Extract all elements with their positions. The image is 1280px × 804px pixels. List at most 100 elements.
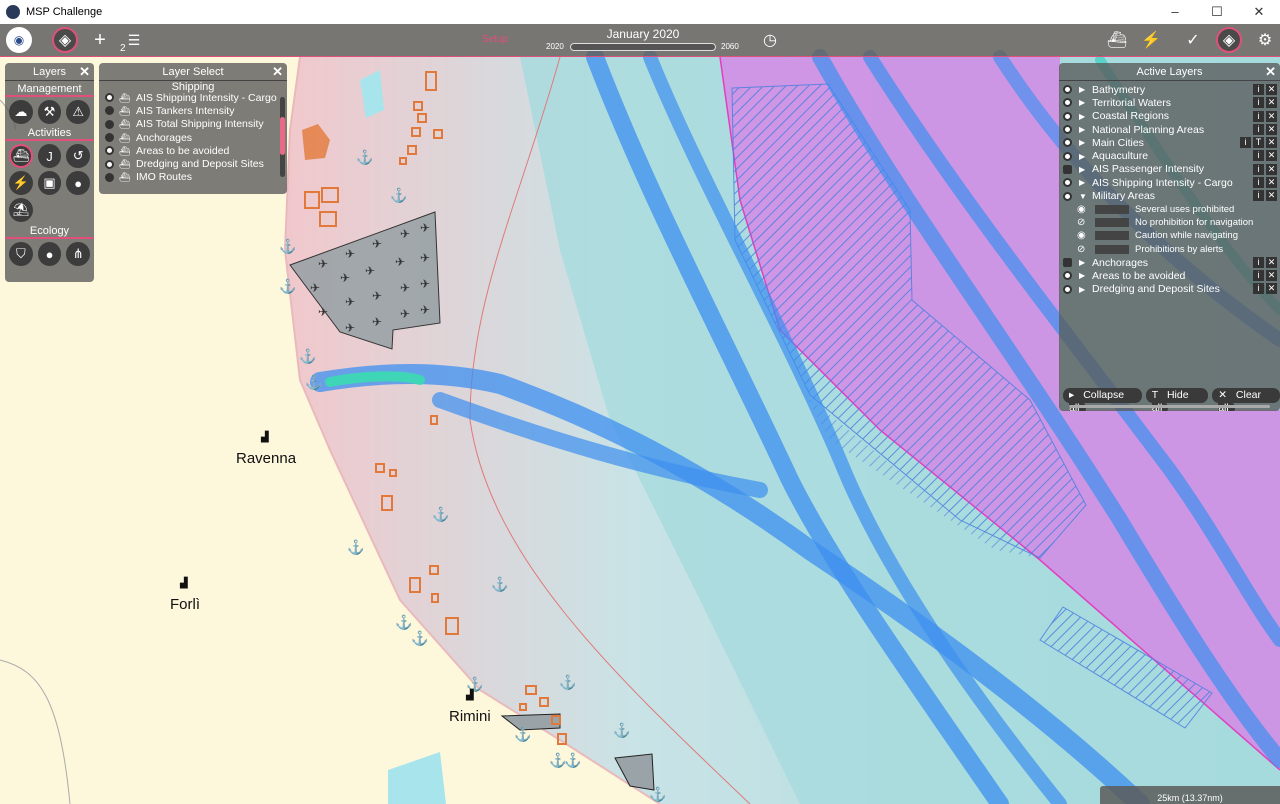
anchorage-icon[interactable]: ⚓ xyxy=(411,630,428,647)
layer-item[interactable]: ⛴ Areas to be avoided xyxy=(99,144,287,157)
eye-icon[interactable]: ◉ xyxy=(1077,230,1091,241)
layer-item[interactable]: ⛴ AIS Shipping Intensity - Cargo xyxy=(99,91,287,104)
info-icon[interactable]: i xyxy=(1240,137,1251,149)
hammer-icon[interactable]: ⚒ xyxy=(37,100,62,124)
seagrass-icon[interactable]: ⋔ xyxy=(66,242,91,266)
anchorage-icon[interactable]: ⚓ xyxy=(299,348,316,365)
layer-visibility-toggle[interactable] xyxy=(1063,258,1072,267)
anchorage-icon[interactable]: ⚓ xyxy=(649,786,666,803)
active-layers-button[interactable]: ◈ xyxy=(1216,27,1242,53)
remove-icon[interactable]: ✕ xyxy=(1266,283,1277,295)
close-icon[interactable]: ✕ xyxy=(1265,64,1276,80)
energy-kpi-button[interactable]: ⚡ xyxy=(1138,27,1164,53)
expand-arrow-icon[interactable]: ▶ xyxy=(1079,85,1087,94)
eye-hidden-icon[interactable]: ⊘ xyxy=(1077,244,1091,255)
layer-visibility-toggle[interactable] xyxy=(1063,111,1072,121)
remove-icon[interactable]: ✕ xyxy=(1266,84,1277,95)
active-layer-row[interactable]: ▶ Areas to be avoided i ✕ xyxy=(1059,269,1280,282)
minimize-button[interactable]: – xyxy=(1154,4,1196,20)
anchorage-icon[interactable]: ⚓ xyxy=(305,374,322,391)
remove-icon[interactable]: ✕ xyxy=(1266,137,1277,149)
anchorage-icon[interactable]: ⚓ xyxy=(356,149,373,166)
layer-visibility-toggle[interactable] xyxy=(1063,85,1072,95)
info-icon[interactable]: i xyxy=(1253,150,1264,162)
remove-icon[interactable]: ✕ xyxy=(1266,97,1277,109)
dredging-icon[interactable]: ▣ xyxy=(37,171,62,195)
shipping-kpi-button[interactable]: ⛴ xyxy=(1104,27,1130,53)
info-icon[interactable]: i xyxy=(1253,283,1264,295)
close-icon[interactable]: ✕ xyxy=(79,64,90,80)
active-layer-row[interactable]: ▶ Anchorages i ✕ xyxy=(1059,256,1280,269)
info-icon[interactable]: i xyxy=(1253,84,1264,95)
info-icon[interactable]: i xyxy=(1253,270,1264,282)
simulation-clock-icon[interactable]: ◷ xyxy=(757,27,783,53)
anchor-icon[interactable]: ↺ xyxy=(66,144,90,168)
layer-item[interactable]: ⛴ AIS Total Shipping Intensity xyxy=(99,118,287,131)
expand-arrow-icon[interactable]: ▶ xyxy=(1079,178,1087,187)
remove-icon[interactable]: ✕ xyxy=(1266,256,1277,268)
circle-icon[interactable]: ● xyxy=(66,171,91,195)
hide-all-button[interactable]: T Hide all xyxy=(1145,388,1209,411)
collapse-arrow-icon[interactable]: ▼ xyxy=(1079,192,1087,201)
active-layer-row[interactable]: ▶ Bathymetry i ✕ xyxy=(1059,83,1280,96)
layer-checkbox[interactable] xyxy=(105,119,114,129)
remove-icon[interactable]: ✕ xyxy=(1266,123,1277,135)
maximize-button[interactable]: ☐ xyxy=(1196,4,1238,20)
info-icon[interactable]: i xyxy=(1253,97,1264,109)
layer-visibility-toggle[interactable] xyxy=(1063,98,1072,108)
active-layer-row[interactable]: ▶ National Planning Areas i ✕ xyxy=(1059,123,1280,136)
active-layer-row[interactable]: ▶ Aquaculture i ✕ xyxy=(1059,149,1280,162)
msp-logo-button[interactable]: ◉ xyxy=(6,27,32,53)
remove-icon[interactable]: ✕ xyxy=(1266,177,1277,189)
anchorage-icon[interactable]: ⚓ xyxy=(347,539,364,556)
info-icon[interactable]: i xyxy=(1253,123,1264,135)
anchorage-icon[interactable]: ⚓ xyxy=(514,726,531,743)
layer-checkbox[interactable] xyxy=(105,146,114,156)
remove-icon[interactable]: ✕ xyxy=(1266,270,1277,282)
active-layer-row[interactable]: ▶ Territorial Waters i ✕ xyxy=(1059,96,1280,109)
layer-visibility-toggle[interactable] xyxy=(1063,178,1072,188)
energy-icon[interactable]: ⚡ xyxy=(9,171,33,195)
active-layer-row[interactable]: ▶ Coastal Regions i ✕ xyxy=(1059,110,1280,123)
layer-visibility-toggle[interactable] xyxy=(1063,271,1072,281)
remove-icon[interactable]: ✕ xyxy=(1266,163,1277,175)
sublayer-row[interactable]: ◉ Several uses prohibited xyxy=(1059,203,1280,216)
info-icon[interactable]: i xyxy=(1253,177,1264,189)
layer-checkbox[interactable] xyxy=(105,172,114,182)
shipping-icon[interactable]: ⛴ xyxy=(9,144,33,168)
info-icon[interactable]: i xyxy=(1253,190,1264,202)
tourism-icon[interactable]: ⛱ xyxy=(9,198,33,222)
layer-item[interactable]: ⛴ Anchorages xyxy=(99,131,287,144)
add-plan-button[interactable]: + xyxy=(87,27,113,53)
text-toggle-icon[interactable]: T xyxy=(1253,137,1264,149)
eye-icon[interactable]: ◉ xyxy=(1077,204,1091,215)
anchorage-icon[interactable]: ⚓ xyxy=(279,238,296,255)
expand-arrow-icon[interactable]: ▶ xyxy=(1079,258,1087,267)
info-icon[interactable]: i xyxy=(1253,256,1264,268)
close-window-button[interactable]: ✕ xyxy=(1238,4,1280,20)
layers-button[interactable]: ◈ xyxy=(52,27,78,53)
sublayer-row[interactable]: ◉ Caution while navigating xyxy=(1059,229,1280,242)
anchorage-icon[interactable]: ⚓ xyxy=(491,576,508,593)
layer-item[interactable]: ⛴ AIS Tankers Intensity xyxy=(99,104,287,117)
active-layer-row[interactable]: ▶ Main Cities i T ✕ xyxy=(1059,136,1280,149)
remove-icon[interactable]: ✕ xyxy=(1266,150,1277,162)
expand-arrow-icon[interactable]: ▶ xyxy=(1079,152,1087,161)
anchorage-icon[interactable]: ⚓ xyxy=(390,187,407,204)
expand-arrow-icon[interactable]: ▶ xyxy=(1079,112,1087,121)
active-layer-row[interactable]: ▶ Dredging and Deposit Sites i ✕ xyxy=(1059,282,1280,295)
expand-arrow-icon[interactable]: ▶ xyxy=(1079,285,1087,294)
remove-icon[interactable]: ✕ xyxy=(1266,110,1277,122)
layer-visibility-toggle[interactable] xyxy=(1063,125,1072,135)
layer-visibility-toggle[interactable] xyxy=(1063,191,1072,201)
layer-visibility-toggle[interactable] xyxy=(1063,151,1072,161)
expand-arrow-icon[interactable]: ▶ xyxy=(1079,98,1087,107)
layer-checkbox[interactable] xyxy=(105,93,114,103)
anchorage-icon[interactable]: ⚓ xyxy=(279,278,296,295)
anchorage-icon[interactable]: ⚓ xyxy=(432,506,449,523)
expand-arrow-icon[interactable]: ▶ xyxy=(1079,125,1087,134)
timeline-slider[interactable] xyxy=(570,43,716,51)
sublayer-row[interactable]: ⊘ No prohibition for navigation xyxy=(1059,216,1280,229)
objectives-button[interactable]: ✓ xyxy=(1180,27,1206,53)
sublayer-row[interactable]: ⊘ Prohibitions by alerts xyxy=(1059,243,1280,256)
